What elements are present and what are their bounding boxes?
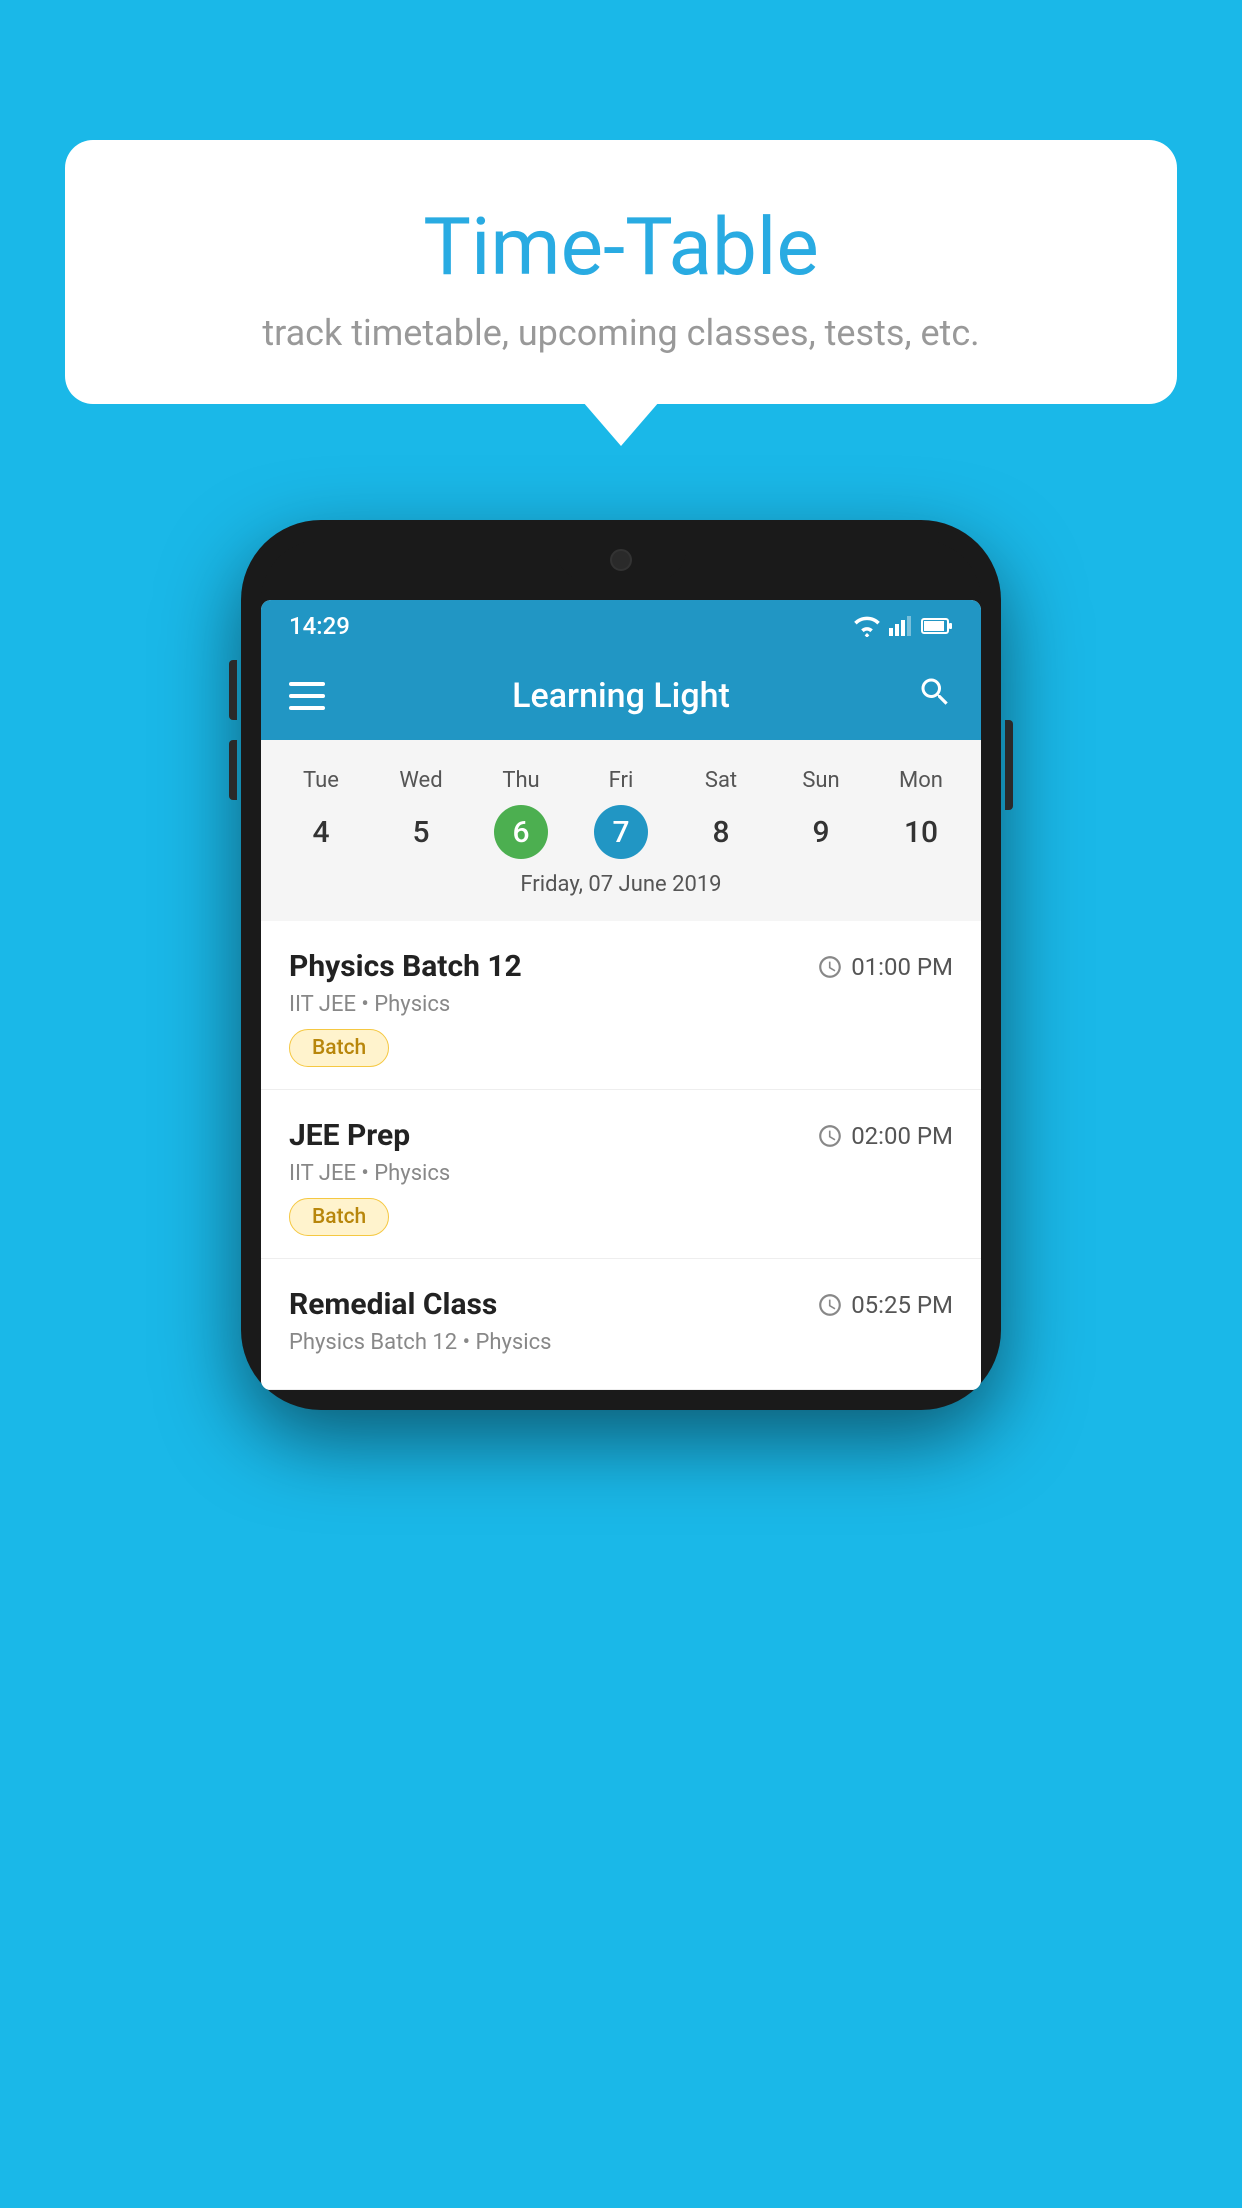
status-bar: 14:29 (261, 600, 981, 652)
front-camera (610, 549, 632, 571)
day-6-today[interactable]: 6 (494, 805, 548, 859)
day-7-selected[interactable]: 7 (594, 805, 648, 859)
day-header-thu: Thu (471, 760, 571, 801)
day-header-mon: Mon (871, 760, 971, 801)
bubble-subtitle: track timetable, upcoming classes, tests… (125, 312, 1117, 354)
day-9[interactable]: 9 (771, 805, 871, 860)
schedule-item-3-time: 05:25 PM (817, 1291, 953, 1319)
clock-icon-3 (817, 1292, 843, 1318)
status-icons (853, 615, 953, 637)
schedule-item-3-header: Remedial Class 05:25 PM (289, 1287, 953, 1322)
day-header-sat: Sat (671, 760, 771, 801)
calendar-section: Tue Wed Thu Fri Sat Sun Mon 4 5 6 7 8 9 … (261, 740, 981, 921)
hamburger-menu-button[interactable] (289, 682, 325, 710)
clock-icon-2 (817, 1123, 843, 1149)
day-numbers-row: 4 5 6 7 8 9 10 (261, 805, 981, 860)
schedule-item-3[interactable]: Remedial Class 05:25 PM Physics Batch 12… (261, 1259, 981, 1390)
hamburger-line-2 (289, 694, 325, 698)
schedule-item-2-time: 02:00 PM (817, 1122, 953, 1150)
speech-bubble: Time-Table track timetable, upcoming cla… (65, 140, 1177, 404)
signal-icon (889, 615, 913, 637)
hamburger-line-1 (289, 682, 325, 686)
wifi-icon (853, 615, 881, 637)
volume-up-button (229, 660, 237, 720)
day-header-sun: Sun (771, 760, 871, 801)
schedule-item-1[interactable]: Physics Batch 12 01:00 PM IIT JEE • Phys… (261, 921, 981, 1090)
power-button (1005, 720, 1013, 810)
schedule-item-3-title: Remedial Class (289, 1287, 497, 1322)
day-8[interactable]: 8 (671, 805, 771, 860)
day-header-tue: Tue (271, 760, 371, 801)
hamburger-line-3 (289, 706, 325, 710)
search-button[interactable] (917, 674, 953, 719)
batch-badge-2: Batch (289, 1198, 389, 1236)
schedule-item-2-subtitle: IIT JEE • Physics (289, 1161, 953, 1186)
schedule-item-3-subtitle: Physics Batch 12 • Physics (289, 1330, 953, 1355)
schedule-item-1-title: Physics Batch 12 (289, 949, 522, 984)
day-header-wed: Wed (371, 760, 471, 801)
day-10[interactable]: 10 (871, 805, 971, 860)
speech-bubble-section: Time-Table track timetable, upcoming cla… (65, 140, 1177, 404)
phone-top-bar (261, 540, 981, 600)
schedule-item-2-header: JEE Prep 02:00 PM (289, 1118, 953, 1153)
phone-mockup: 14:29 (241, 520, 1001, 1410)
schedule-list: Physics Batch 12 01:00 PM IIT JEE • Phys… (261, 921, 981, 1390)
day-5[interactable]: 5 (371, 805, 471, 860)
selected-date-label: Friday, 07 June 2019 (261, 860, 981, 911)
phone-notch (556, 540, 686, 580)
clock-icon-1 (817, 954, 843, 980)
phone-screen: 14:29 (261, 600, 981, 1390)
day-header-fri: Fri (571, 760, 671, 801)
batch-badge-1: Batch (289, 1029, 389, 1067)
schedule-item-2[interactable]: JEE Prep 02:00 PM IIT JEE • Physics Batc… (261, 1090, 981, 1259)
schedule-item-1-time: 01:00 PM (817, 953, 953, 981)
phone-body: 14:29 (241, 520, 1001, 1410)
battery-icon (921, 617, 953, 635)
app-bar-title: Learning Light (355, 676, 887, 716)
app-bar: Learning Light (261, 652, 981, 740)
day-4[interactable]: 4 (271, 805, 371, 860)
schedule-item-1-header: Physics Batch 12 01:00 PM (289, 949, 953, 984)
status-time: 14:29 (289, 612, 350, 640)
schedule-item-2-title: JEE Prep (289, 1118, 410, 1153)
bubble-title: Time-Table (125, 200, 1117, 294)
day-headers-row: Tue Wed Thu Fri Sat Sun Mon (261, 760, 981, 801)
schedule-item-1-subtitle: IIT JEE • Physics (289, 992, 953, 1017)
volume-down-button (229, 740, 237, 800)
